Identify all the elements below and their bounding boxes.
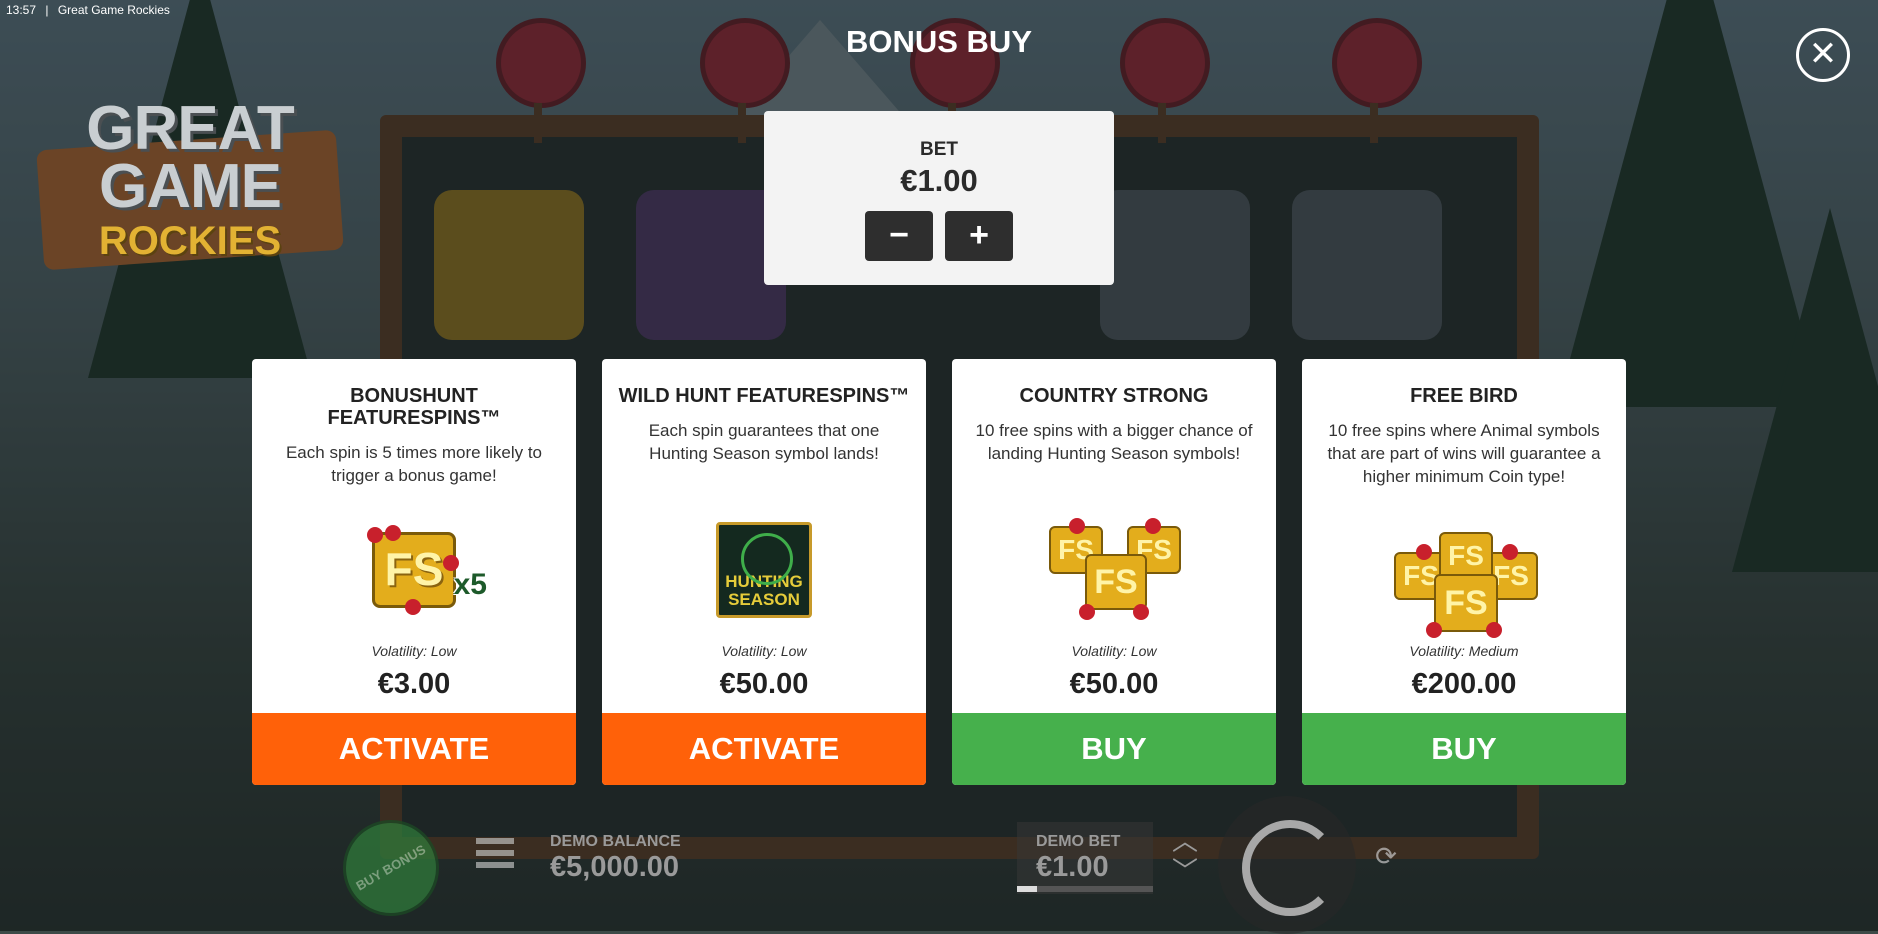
card-title: FREE BIRD [1410, 385, 1518, 407]
status-bar: 13:57 | Great Game Rockies [6, 3, 176, 17]
bet-decrease-button[interactable]: − [865, 211, 933, 261]
bet-arrows[interactable]: ︿ ﹀ [1172, 826, 1198, 886]
card-title: BONUSHUNT FEATURESPINS™ [327, 385, 501, 429]
demo-bet-value: €1.00 [1036, 851, 1109, 883]
card-description: Each spin is 5 times more likely to trig… [285, 443, 543, 485]
bonus-card-country-strong: COUNTRY STRONG 10 free spins with a bigg… [952, 359, 1276, 785]
card-description: 10 free spins where Animal symbols that … [1327, 421, 1601, 486]
activate-button-bonushunt[interactable]: ACTIVATE [252, 713, 576, 785]
bet-increase-button[interactable]: + [945, 211, 1013, 261]
fs-x5-icon: FS x5 [252, 515, 576, 625]
buy-button-free-bird[interactable]: BUY [1302, 713, 1626, 785]
logo-line-2: GAME [99, 152, 282, 221]
card-volatility: Volatility: Low [371, 643, 457, 659]
card-price: €50.00 [1069, 668, 1159, 700]
demo-bet-label: DEMO BET [1036, 833, 1121, 850]
card-volatility: Volatility: Low [1071, 643, 1157, 659]
app-title: Great Game Rockies [57, 3, 170, 17]
clock: 13:57 [6, 3, 37, 17]
fs-triple-icon: FS FS FS [952, 515, 1276, 625]
fs-quad-icon: FS FS FS FS [1302, 527, 1626, 638]
buy-button-country-strong[interactable]: BUY [952, 713, 1276, 785]
card-title: WILD HUNT FEATURESPINS™ [618, 385, 910, 407]
spin-icon [1242, 820, 1338, 916]
fs-symbol-text: FS [384, 543, 444, 595]
spin-button[interactable] [1218, 796, 1356, 934]
card-description: 10 free spins with a bigger chance of la… [975, 421, 1253, 463]
hunting-season-icon: HUNTING SEASON [602, 515, 926, 625]
multiplier-badge: x5 [453, 568, 487, 601]
bet-value: €1.00 [900, 163, 978, 198]
menu-icon[interactable] [476, 838, 514, 868]
logo-line-3: ROCKIES [98, 219, 282, 263]
card-volatility: Volatility: Medium [1409, 643, 1519, 659]
close-icon[interactable]: ✕ [1796, 28, 1850, 82]
bonus-card-free-bird: FREE BIRD 10 free spins where Animal sym… [1302, 359, 1626, 785]
demo-balance-label: DEMO BALANCE [550, 833, 681, 850]
card-volatility: Volatility: Low [721, 643, 807, 659]
autoplay-icon[interactable]: ⟳ [1360, 830, 1412, 882]
bet-label: BET [920, 139, 958, 160]
bonus-card-bonushunt: BONUSHUNT FEATURESPINS™ Each spin is 5 t… [252, 359, 576, 785]
card-price: €50.00 [719, 668, 809, 700]
chevron-up-icon[interactable]: ︿ [1172, 826, 1198, 856]
activate-button-wild-hunt[interactable]: ACTIVATE [602, 713, 926, 785]
demo-balance-value: €5,000.00 [550, 851, 680, 883]
fs-symbol-text: FS [1085, 554, 1147, 610]
chevron-down-icon[interactable]: ﹀ [1172, 856, 1198, 886]
game-logo: GREAT GAME ROCKIES [30, 94, 350, 290]
card-price: €3.00 [377, 668, 451, 700]
bet-level-bar [1017, 886, 1153, 892]
bonus-card-wild-hunt: WILD HUNT FEATURESPINS™ Each spin guaran… [602, 359, 926, 785]
card-price: €200.00 [1411, 668, 1517, 700]
modal-title: BONUS BUY [845, 24, 1032, 59]
card-title: COUNTRY STRONG [1019, 385, 1209, 407]
bet-panel: BET €1.00 − + [764, 111, 1114, 285]
logo-line-1: GREAT [86, 94, 294, 163]
card-description: Each spin guarantees that one Hunting Se… [648, 421, 880, 463]
status-separator: | [45, 3, 49, 17]
